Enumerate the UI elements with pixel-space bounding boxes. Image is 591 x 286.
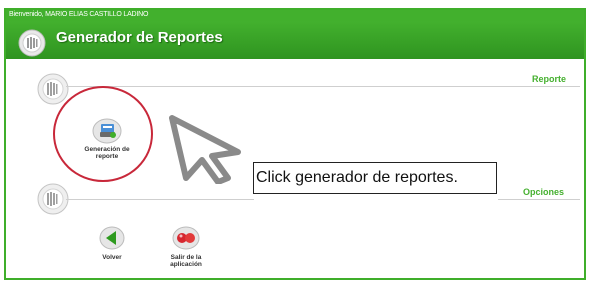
- instruction-text: Click generador de reportes.: [256, 169, 458, 186]
- reporte-section-divider: [66, 86, 580, 87]
- menu-disc-icon: [18, 29, 46, 57]
- opciones-section-divider-right: [498, 199, 580, 200]
- welcome-text: Bienvenido, MARIO ELIAS CASTILLO LADINO: [9, 11, 149, 18]
- welcome-bar: Bienvenido, MARIO ELIAS CASTILLO LADINO: [6, 10, 584, 21]
- exit-icon: [172, 226, 200, 250]
- back-label: Volver: [102, 254, 122, 261]
- opciones-section-divider-left: [66, 199, 254, 200]
- instruction-callout: Click generador de reportes.: [253, 162, 497, 194]
- arrow-cursor-icon: [169, 115, 241, 184]
- page-title: Generador de Reportes: [56, 29, 223, 46]
- opciones-section-label: Opciones: [523, 187, 565, 197]
- back-arrow-icon: [99, 226, 125, 250]
- opciones-section-disc-icon: [37, 183, 69, 215]
- reporte-section-label: Reporte: [532, 74, 567, 84]
- highlight-circle: [53, 86, 153, 182]
- exit-app-button[interactable]: [172, 226, 200, 250]
- title-bar: Generador de Reportes: [6, 21, 584, 59]
- back-button[interactable]: [99, 226, 125, 250]
- exit-app-label: Salir de la aplicación: [170, 254, 202, 268]
